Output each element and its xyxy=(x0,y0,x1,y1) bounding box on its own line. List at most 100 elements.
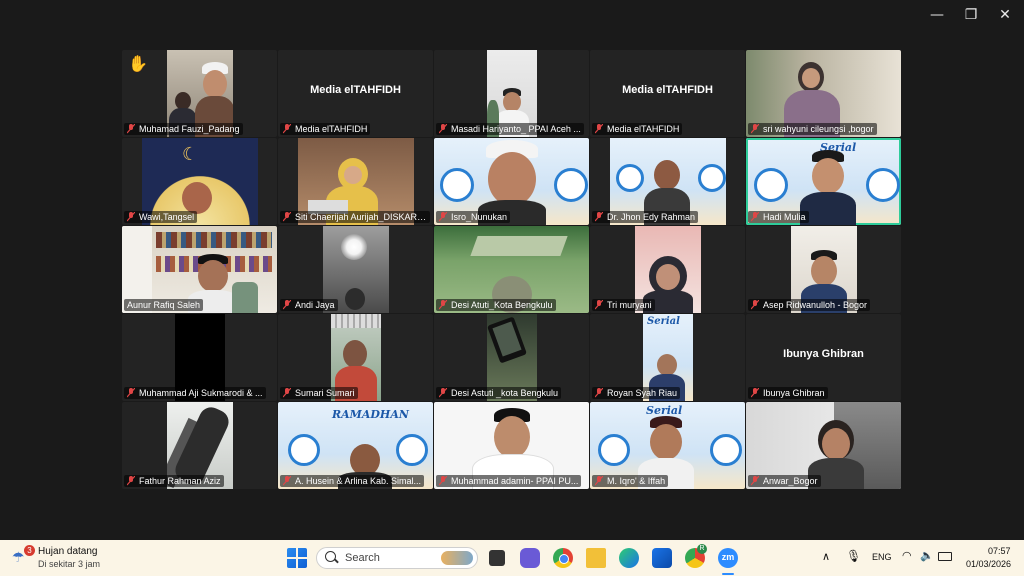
participant-name-label: Sumari Sumari xyxy=(280,387,358,399)
participant-name-label: Wawi,Tangsel xyxy=(124,211,198,223)
participant-tile[interactable]: Muhammad Aji Sukmarodi & ... xyxy=(122,314,277,401)
chrome-icon[interactable] xyxy=(553,548,573,568)
search-placeholder: Search xyxy=(345,552,380,564)
file-explorer-icon[interactable] xyxy=(586,548,606,568)
mic-muted-icon xyxy=(751,124,759,134)
mic-muted-icon xyxy=(127,476,135,486)
mic-muted-icon xyxy=(751,212,759,222)
mic-muted-icon xyxy=(127,212,135,222)
participant-tile[interactable]: ✋ Muhamad Fauzi_Padang xyxy=(122,50,277,137)
participant-tile[interactable]: Muhammad adamin- PPAI PU... xyxy=(434,402,589,489)
participant-name-placeholder: Media elTAHFIDH xyxy=(310,84,401,96)
participant-tile[interactable]: RAMADHAN A. Husein & Arlina Kab. Simal..… xyxy=(278,402,433,489)
language-indicator[interactable]: ENG xyxy=(872,552,892,562)
participant-name-label: Desi Astuti _kota Bengkulu xyxy=(436,387,562,399)
participant-name-label: Media elTAHFIDH xyxy=(280,123,371,135)
participant-name-label: Anwar_Bogor xyxy=(748,475,821,487)
task-view-icon[interactable] xyxy=(489,550,505,566)
gallery-grid: ✋ Muhamad Fauzi_Padang Media elTAHFIDH M… xyxy=(122,50,902,490)
participant-name-label: Tri muryani xyxy=(592,299,655,311)
mic-muted-icon xyxy=(595,388,603,398)
edge-icon[interactable] xyxy=(619,548,639,568)
participant-tile-active-speaker[interactable]: Serial Hadi Mulia xyxy=(746,138,901,225)
participant-tile[interactable]: Tri muryani xyxy=(590,226,745,313)
wifi-icon[interactable]: ◠ xyxy=(902,549,912,562)
mic-muted-icon xyxy=(751,300,759,310)
participant-tile[interactable]: Dr. Jhon Edy Rahman xyxy=(590,138,745,225)
participant-name-label: Masadi Hariyanto_ PPAI Aceh ... xyxy=(436,123,584,135)
participant-tile[interactable]: Sumari Sumari xyxy=(278,314,433,401)
participant-tile[interactable]: Desi Astuti _kota Bengkulu xyxy=(434,314,589,401)
participant-name-label: Media elTAHFIDH xyxy=(592,123,683,135)
participant-tile[interactable]: sri wahyuni cileungsi ,bogor xyxy=(746,50,901,137)
close-icon[interactable]: ✕ xyxy=(988,4,1022,26)
volume-icon[interactable]: 🔈 xyxy=(920,549,934,562)
participant-tile[interactable]: Isro_Nunukan xyxy=(434,138,589,225)
mic-muted-icon xyxy=(439,388,447,398)
maximize-icon[interactable]: ❐ xyxy=(954,4,988,26)
mic-muted-icon xyxy=(439,300,447,310)
participant-tile[interactable]: Masadi Hariyanto_ PPAI Aceh ... xyxy=(434,50,589,137)
mic-muted-icon xyxy=(127,124,135,134)
participant-name-label: Aunur Rafiq Saleh xyxy=(124,299,204,311)
participant-name-label: sri wahyuni cileungsi ,bogor xyxy=(748,123,877,135)
mic-muted-icon xyxy=(751,476,759,486)
battery-icon[interactable] xyxy=(938,552,952,561)
participant-tile[interactable]: Siti Chaerijah Aurijah_DISKARP... xyxy=(278,138,433,225)
participant-name-label: Isro_Nunukan xyxy=(436,211,511,223)
minimize-icon[interactable]: — xyxy=(920,4,954,26)
participant-name-label: Muhammad adamin- PPAI PU... xyxy=(436,475,582,487)
search-icon-handle xyxy=(334,558,339,564)
participant-name-label: Asep Ridwanulloh - Bogor xyxy=(748,299,871,311)
participant-tile[interactable]: Media elTAHFIDH Media elTAHFIDH xyxy=(590,50,745,137)
mic-muted-icon xyxy=(439,124,447,134)
raised-hand-icon: ✋ xyxy=(128,54,148,73)
chat-icon[interactable] xyxy=(520,548,540,568)
participant-name-label: Muhamad Fauzi_Padang xyxy=(124,123,243,135)
search-highlight-icon xyxy=(441,551,473,565)
weather-title: Hujan datang xyxy=(38,546,98,557)
mic-muted-icon xyxy=(595,300,603,310)
mic-muted-icon xyxy=(127,388,135,398)
participant-tile[interactable]: Andi Jaya xyxy=(278,226,433,313)
mic-muted-icon xyxy=(439,212,447,222)
chrome-profile-icon[interactable]: R xyxy=(685,544,707,568)
weather-widget[interactable]: ☂ 3 Hujan datang Di sekitar 3 jam xyxy=(10,544,130,572)
store-icon[interactable] xyxy=(652,548,672,568)
participant-tile[interactable]: Anwar_Bogor xyxy=(746,402,901,489)
mic-muted-icon xyxy=(283,388,291,398)
participant-name-label: Muhammad Aji Sukmarodi & ... xyxy=(124,387,266,399)
participant-tile[interactable]: Serial Royan Syah Riau xyxy=(590,314,745,401)
participant-name-label: Andi Jaya xyxy=(280,299,338,311)
mic-muted-icon xyxy=(595,212,603,222)
participant-name-label: Siti Chaerijah Aurijah_DISKARP... xyxy=(280,211,430,223)
zoom-app-icon[interactable]: zm xyxy=(718,548,738,568)
participant-tile[interactable]: Fathur Rahman Aziz xyxy=(122,402,277,489)
poster-title: Serial xyxy=(647,316,680,327)
participant-tile[interactable]: ☾ Wawi,Tangsel xyxy=(122,138,277,225)
clock-date[interactable]: 01/03/2026 xyxy=(966,559,1011,569)
participant-name-placeholder: Ibunya Ghibran xyxy=(783,348,864,360)
clock-time[interactable]: 07:57 xyxy=(988,546,1011,556)
mic-muted-icon xyxy=(751,388,759,398)
mic-muted-icon xyxy=(283,212,291,222)
windows-start-icon[interactable] xyxy=(287,548,307,568)
profile-badge: R xyxy=(697,544,707,554)
participant-tile[interactable]: Aunur Rafiq Saleh xyxy=(122,226,277,313)
mic-muted-icon xyxy=(595,476,603,486)
participant-tile[interactable]: Ibunya Ghibran Ibunya Ghibran xyxy=(746,314,901,401)
zoom-app-label: zm xyxy=(721,552,735,562)
chevron-up-icon[interactable]: ∧ xyxy=(822,550,830,563)
participant-tile[interactable]: Serial M. Iqro' & Iffah xyxy=(590,402,745,489)
participant-tile[interactable]: Desi Atuti_Kota Bengkulu xyxy=(434,226,589,313)
mic-muted-icon xyxy=(283,476,291,486)
participant-name-label: M. Iqro' & Iffah xyxy=(592,475,669,487)
participant-tile[interactable]: Media elTAHFIDH Media elTAHFIDH xyxy=(278,50,433,137)
search-input[interactable]: Search xyxy=(316,547,478,569)
participant-name-label: Royan Syah Riau xyxy=(592,387,681,399)
microphone-icon[interactable]: 🎙 xyxy=(846,549,861,563)
participant-name-label: Dr. Jhon Edy Rahman xyxy=(592,211,699,223)
participant-name-label: Hadi Mulia xyxy=(748,211,809,223)
participant-tile[interactable]: Asep Ridwanulloh - Bogor xyxy=(746,226,901,313)
mic-muted-icon xyxy=(439,476,447,486)
